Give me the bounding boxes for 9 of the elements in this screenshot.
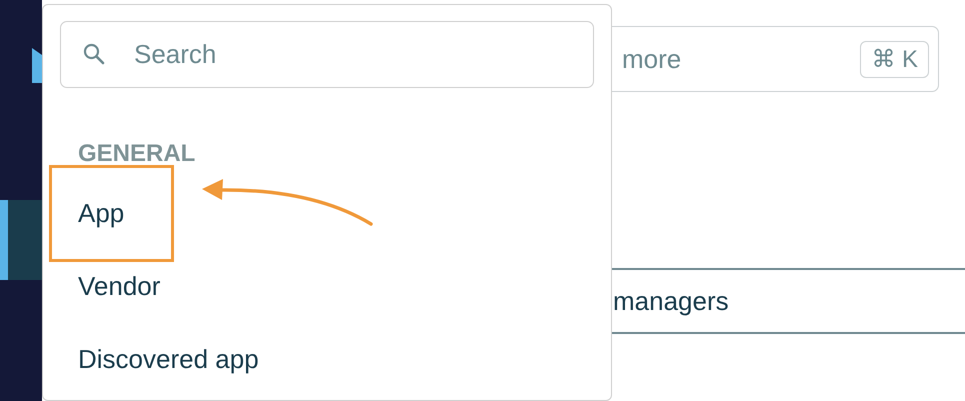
shortcut-key: ⌘ K — [860, 40, 929, 78]
section-heading: GENERAL — [78, 140, 196, 168]
menu-item[interactable]: Discovered app — [78, 344, 259, 375]
menu-item[interactable]: Vendor — [78, 271, 160, 302]
search-field[interactable]: Search — [60, 21, 594, 88]
menu-item[interactable]: App — [78, 198, 124, 229]
table-cell: managers — [612, 286, 729, 316]
logo-shape — [32, 48, 42, 83]
nav-item[interactable] — [0, 200, 42, 280]
